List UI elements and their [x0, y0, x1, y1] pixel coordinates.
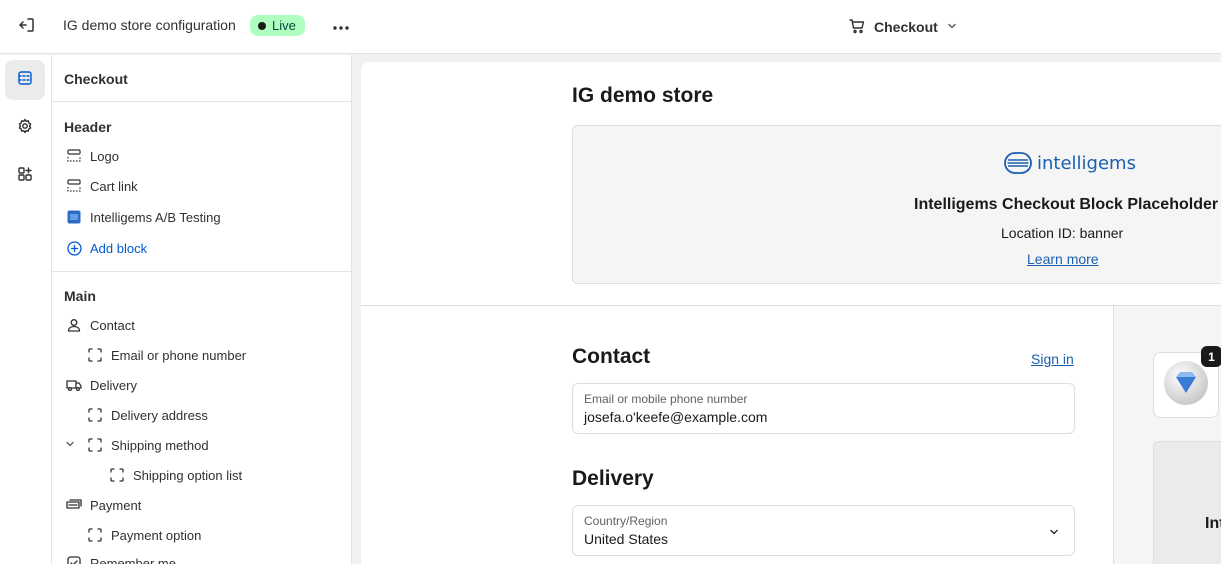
dashed-block-icon [87, 437, 103, 453]
layout-block-icon [66, 148, 82, 164]
sidebar-item-label: Delivery address [111, 407, 208, 423]
divider [361, 305, 1221, 306]
checkbox-icon [66, 555, 82, 564]
sidebar-item-delivery[interactable]: Delivery [66, 373, 137, 397]
email-field-value: josefa.o'keefe@example.com [584, 409, 768, 425]
nav-rail [0, 55, 52, 564]
sidebar-item-label: Payment [90, 497, 142, 513]
person-icon [66, 317, 82, 333]
sections-icon [17, 70, 33, 91]
exit-icon [18, 16, 36, 39]
country-select-label: Country/Region [584, 514, 668, 528]
divider [52, 271, 351, 272]
sidebar-item-label: Contact [90, 317, 135, 333]
section-heading-main: Main [64, 288, 96, 304]
sidebar-item-shipping-option-list[interactable]: Shipping option list [109, 463, 242, 487]
divider [52, 101, 351, 102]
sidebar-item-label: Cart link [90, 178, 138, 194]
section-heading-header: Header [64, 119, 112, 135]
delivery-heading: Delivery [572, 467, 654, 490]
sidebar-item-remember-me[interactable]: Remember me [66, 551, 176, 564]
sidebar-item-label: Email or phone number [111, 347, 247, 363]
order-summary-panel: 1 Int [1113, 306, 1221, 564]
status-badge-label: Live [272, 18, 296, 33]
chevron-down-icon [65, 436, 75, 454]
summary-block-placeholder[interactable]: Int [1153, 441, 1221, 564]
sidebar-item-label: Intelligems A/B Testing [90, 209, 221, 225]
sidebar-item-intelligems[interactable]: Intelligems A/B Testing [66, 205, 221, 229]
sidebar-item-delivery-address[interactable]: Delivery address [87, 403, 208, 427]
golf-ball-icon [1162, 359, 1210, 412]
dashed-block-icon [87, 407, 103, 423]
app-block-placeholder[interactable]: intelligems Intelligems Checkout Block P… [572, 125, 1221, 284]
dashed-block-icon [87, 527, 103, 543]
cart-icon [848, 17, 866, 38]
status-badge: Live [250, 15, 305, 36]
exit-button[interactable] [14, 14, 40, 40]
rail-sections-button[interactable] [5, 60, 45, 100]
contact-heading: Contact [572, 345, 651, 368]
collapse-toggle-shipping-method[interactable] [64, 439, 76, 451]
email-field-label: Email or mobile phone number [584, 392, 748, 406]
more-horizontal-icon [333, 17, 349, 35]
sidebar-title: Checkout [64, 71, 128, 87]
sidebar-item-label: Delivery [90, 377, 137, 393]
sidebar-item-label: Shipping method [111, 437, 209, 453]
apps-icon [17, 166, 33, 187]
sign-in-link[interactable]: Sign in [1031, 351, 1074, 367]
sidebar-item-email-or-phone[interactable]: Email or phone number [87, 343, 246, 367]
more-actions-button[interactable] [329, 14, 353, 38]
page-selector-label: Checkout [874, 19, 938, 35]
truck-icon [66, 377, 82, 393]
country-select[interactable]: Country/Region United States [572, 505, 1075, 556]
gear-icon [17, 118, 33, 139]
add-block-button[interactable]: Add block [66, 236, 147, 260]
placeholder-location: Location ID: banner [1001, 225, 1124, 241]
intelligems-app-icon [66, 209, 82, 225]
chevron-down-icon [1048, 525, 1060, 543]
sidebar-item-payment-option[interactable]: Payment option [87, 523, 201, 547]
rail-apps-button[interactable] [5, 156, 45, 196]
status-dot [258, 21, 266, 30]
page-selector[interactable]: Checkout [848, 15, 958, 39]
sidebar-item-contact[interactable]: Contact [66, 313, 135, 337]
sidebar-item-shipping-method[interactable]: Shipping method [87, 433, 209, 457]
sidebar-item-label: Payment option [111, 527, 202, 543]
sidebar-item-label: Logo [90, 148, 119, 164]
learn-more-link[interactable]: Learn more [1027, 251, 1099, 267]
summary-block-text: Int [1205, 515, 1221, 532]
sidebar-item-payment[interactable]: Payment [66, 493, 141, 517]
country-select-value: United States [584, 531, 669, 547]
rail-settings-button[interactable] [5, 108, 45, 148]
store-name: IG demo store [572, 84, 714, 107]
intelligems-logo-text: intelligems [1037, 152, 1136, 174]
intelligems-logo: intelligems [1004, 152, 1136, 174]
add-block-label: Add block [90, 240, 148, 256]
plus-circle-icon [66, 240, 82, 256]
top-bar: IG demo store configuration Live Checkou… [0, 0, 1221, 54]
placeholder-title: Intelligems Checkout Block Placeholder [914, 196, 1219, 213]
sidebar-item-label: Shipping option list [133, 467, 243, 483]
app-title: IG demo store configuration [63, 17, 236, 33]
checkout-preview: IG demo store intelligems Intelligems Ch… [361, 62, 1221, 564]
cash-icon [66, 497, 82, 513]
chevron-down-icon [946, 19, 958, 35]
dashed-block-icon [109, 467, 125, 483]
email-field[interactable]: Email or mobile phone number josefa.o'ke… [572, 383, 1075, 434]
dashed-block-icon [87, 347, 103, 363]
sidebar-item-cart-link[interactable]: Cart link [66, 174, 138, 198]
layout-block-icon [66, 178, 82, 194]
sidebar-item-label: Remember me [90, 555, 176, 564]
sections-sidebar: Checkout Header Logo Cart link Intellige… [52, 55, 352, 564]
sidebar-item-logo[interactable]: Logo [66, 144, 119, 168]
quantity-badge: 1 [1201, 346, 1221, 367]
